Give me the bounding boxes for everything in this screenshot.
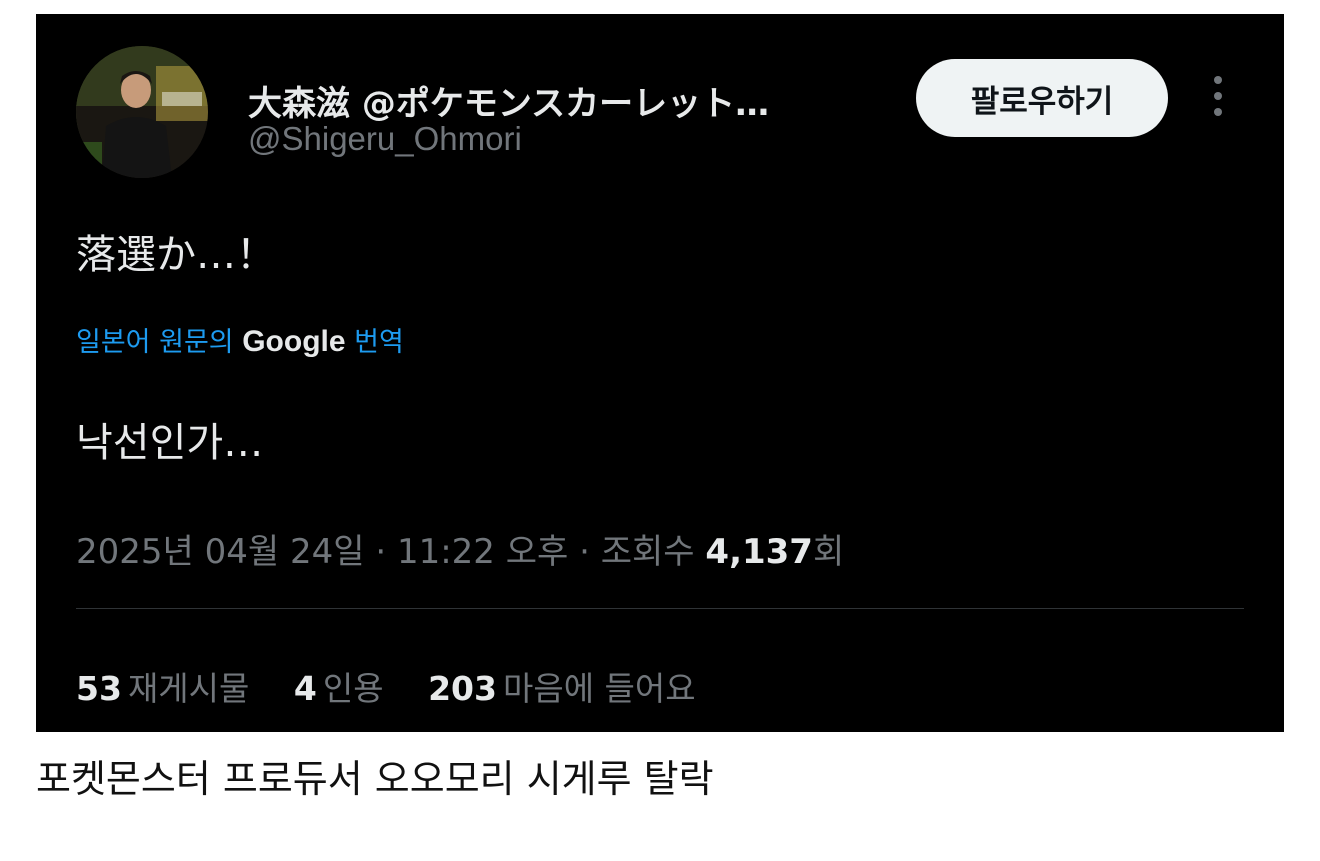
translation-attribution[interactable]: 일본어 원문의 Google 번역 xyxy=(76,320,404,359)
more-options-icon[interactable] xyxy=(1204,76,1232,122)
tweet-time[interactable]: 11:22 오후 xyxy=(397,532,568,572)
translation-prefix: 일본어 원문의 xyxy=(76,327,243,358)
quotes-label: 인용 xyxy=(322,669,384,708)
follow-button[interactable]: 팔로우하기 xyxy=(916,59,1168,137)
quotes-count: 4 xyxy=(293,669,317,708)
caption-text: 포켓몬스터 프로듀서 오오모리 시게루 탈락 xyxy=(36,757,714,801)
avatar-photo xyxy=(76,46,208,178)
user-handle[interactable]: @Shigeru_Ohmori xyxy=(248,120,522,158)
likes-label: 마음에 들어요 xyxy=(502,669,696,708)
tweet-text-translated: 낙선인가… xyxy=(76,420,264,466)
views-label: 조회수 xyxy=(600,532,706,572)
meta-separator: · xyxy=(568,532,601,572)
meta-separator: · xyxy=(364,532,397,572)
tweet-card: 大森滋 @ポケモンスカーレット… @Shigeru_Ohmori 팔로우하기 落… xyxy=(36,14,1284,732)
reposts-count: 53 xyxy=(76,669,122,708)
likes-count: 203 xyxy=(428,669,497,708)
avatar[interactable] xyxy=(76,46,208,178)
reposts-label: 재게시물 xyxy=(127,669,250,708)
views-count: 4,137 xyxy=(705,532,813,572)
tweet-meta: 2025년 04월 24일 · 11:22 오후 · 조회수 4,137회 xyxy=(76,524,844,573)
likes-stat[interactable]: 203 마음에 들어요 xyxy=(428,669,696,708)
reposts-stat[interactable]: 53 재게시물 xyxy=(76,669,249,708)
divider xyxy=(76,608,1244,609)
views-unit: 회 xyxy=(812,532,845,572)
engagement-stats: 53 재게시물 4 인용 203 마음에 들어요 xyxy=(76,662,730,710)
display-name[interactable]: 大森滋 @ポケモンスカーレット… xyxy=(248,76,769,125)
tweet-text-original: 落選か…！ xyxy=(76,232,276,278)
translation-suffix: 번역 xyxy=(345,327,404,358)
tweet-date[interactable]: 2025년 04월 24일 xyxy=(76,532,365,572)
quotes-stat[interactable]: 4 인용 xyxy=(294,669,384,708)
google-logo: Google xyxy=(242,325,346,358)
